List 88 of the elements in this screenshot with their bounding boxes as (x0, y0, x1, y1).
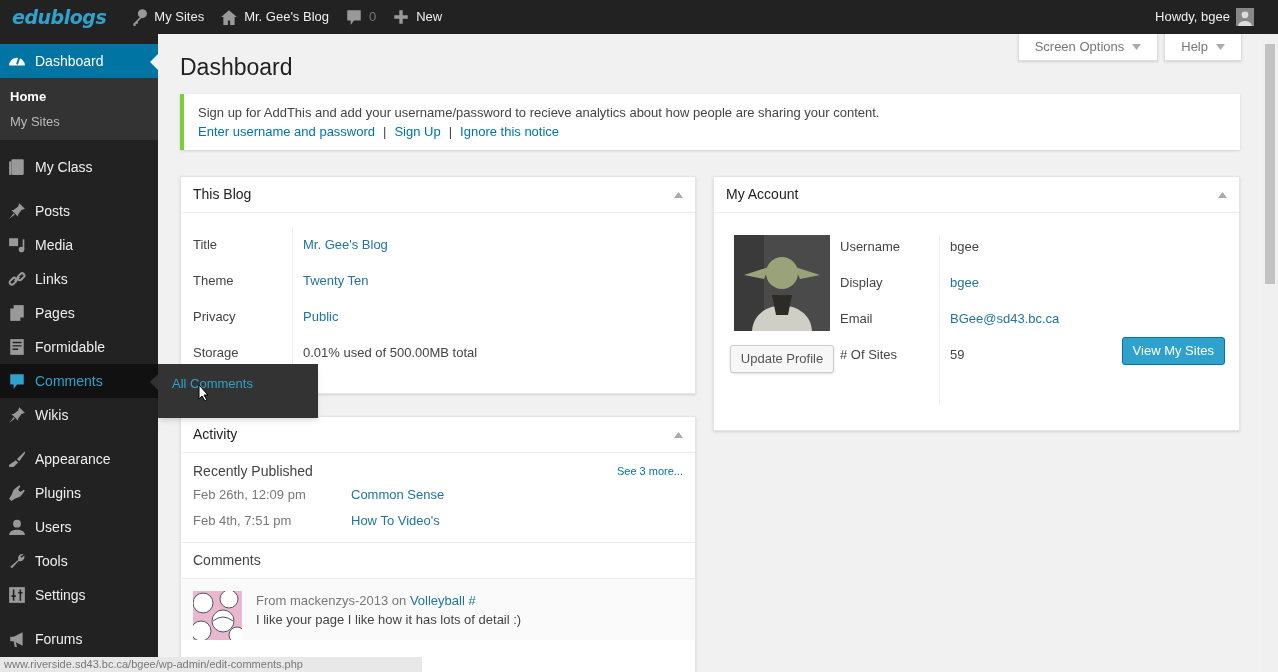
field-link[interactable]: Mr. Gee's Blog (303, 235, 388, 255)
admin-bar-item[interactable]: Mr. Gee's Blog (212, 0, 337, 34)
user-icon (8, 518, 26, 536)
post-link[interactable]: Common Sense (351, 485, 445, 505)
comment-meta: From mackenzys-2013 on (256, 593, 408, 608)
widget-title: Activity (193, 425, 238, 444)
status-bar: www.riverside.sd43.bc.ca/bgee/wp-admin/edit-comments.php (0, 657, 422, 672)
field-link[interactable]: BGee@sd43.bc.ca (950, 307, 1060, 329)
sidebar-item[interactable]: Formidable (0, 330, 158, 364)
sidebar-item[interactable]: Pages (0, 296, 158, 330)
post-date: Feb 26th, 12:09 pm (193, 486, 307, 505)
key-icon (130, 8, 149, 26)
sidebar-item[interactable]: Tools (0, 544, 158, 578)
plug-icon (8, 484, 26, 502)
separator: | (383, 123, 387, 141)
submenu-item[interactable]: Home (0, 84, 158, 109)
field-label: Storage (193, 335, 293, 371)
field-label: Theme (193, 263, 293, 299)
separator: | (448, 123, 453, 141)
speech-bubble-icon (8, 372, 26, 390)
pushpin-icon (8, 202, 26, 220)
see-more-link[interactable]: See 3 more... (616, 463, 683, 480)
plus-icon (392, 8, 411, 26)
sliders-icon (8, 586, 26, 604)
sidebar-item[interactable]: Forums (0, 622, 158, 656)
sidebar-item[interactable]: Plugins (0, 476, 158, 510)
widget-title: My Account (726, 185, 799, 204)
sidebar-item[interactable]: My Class (0, 150, 158, 184)
sidebar-item[interactable]: Media (0, 228, 158, 262)
pushpin-icon (8, 406, 26, 424)
field-link[interactable]: Twenty Ten (303, 271, 369, 291)
wrench-icon (8, 552, 26, 570)
megaphone-icon (8, 630, 26, 648)
field-value: 59 (950, 346, 965, 364)
tab-button[interactable]: Help (1164, 34, 1242, 61)
caret-icon (1132, 44, 1142, 50)
book-icon (8, 158, 26, 176)
home-icon (220, 8, 239, 26)
post-link[interactable]: How To Video's (351, 511, 440, 531)
field-label: Display (840, 271, 940, 307)
field-label: Privacy (193, 299, 293, 335)
caret-icon (1216, 44, 1225, 50)
widget-title: This Blog (193, 185, 252, 204)
notice-link[interactable]: Ignore this notice (460, 122, 560, 141)
media-icon (8, 236, 26, 254)
sidebar-item[interactable]: Users (0, 510, 158, 544)
speech-bubble-icon (345, 8, 363, 26)
flyout-item[interactable]: All Comments (158, 374, 253, 394)
field-label: # Of Sites (840, 343, 940, 405)
post-date: Feb 4th, 7:51 pm (193, 512, 293, 531)
field-link[interactable]: Public (303, 307, 339, 327)
collapse-icon[interactable] (674, 431, 683, 438)
field-value: bgee (950, 238, 979, 256)
section-heading: Recently Published (193, 462, 313, 481)
notice-link[interactable]: Enter username and password (198, 122, 376, 141)
page-title: Dashboard (180, 53, 293, 82)
update-profile-button[interactable]: Update Profile (729, 345, 835, 373)
comment-post-link[interactable]: Volleyball # (409, 593, 476, 608)
field-label: Username (840, 235, 940, 271)
admin-bar-item[interactable]: My Sites (122, 0, 213, 34)
field-link[interactable]: bgee (950, 271, 979, 293)
field-label: Title (193, 227, 293, 263)
link-icon (8, 270, 26, 288)
sidebar-item[interactable]: Appearance (0, 442, 158, 476)
account-menu[interactable]: Howdy, bgee (1155, 7, 1278, 27)
sidebar-item[interactable]: Settings (0, 578, 158, 612)
sidebar-item[interactable]: Posts (0, 194, 158, 228)
section-heading: Comments (193, 551, 261, 570)
admin-bar-item[interactable]: New (384, 0, 451, 34)
form-icon (8, 338, 26, 356)
menu-pointer (150, 54, 158, 70)
comment-text: I like your page I like how it has lots of detail :) (256, 611, 522, 629)
field-label: Email (840, 307, 940, 343)
field-value: 0.01% used of 500.00MB total (303, 344, 478, 363)
collapse-icon[interactable] (674, 191, 683, 198)
brush-icon (8, 450, 26, 468)
admin-bar-item[interactable]: 0 (337, 0, 385, 34)
pages-icon (8, 304, 26, 322)
logo[interactable]: edublogs (12, 2, 107, 32)
notice-link[interactable]: Sign Up (394, 122, 441, 141)
sidebar-item[interactable]: Dashboard (0, 44, 158, 78)
notice-text: Sign up for AddThis and add your username/password to recieve analytics about how people are sharing your content. (198, 104, 881, 122)
sidebar-item[interactable]: Links (0, 262, 158, 296)
submenu-item[interactable]: My Sites (0, 109, 158, 134)
tab-button[interactable]: Screen Options (1017, 34, 1159, 61)
avatar-icon (1236, 8, 1254, 26)
sidebar-item[interactable]: Wikis (0, 398, 158, 432)
collapse-icon[interactable] (1218, 191, 1227, 198)
